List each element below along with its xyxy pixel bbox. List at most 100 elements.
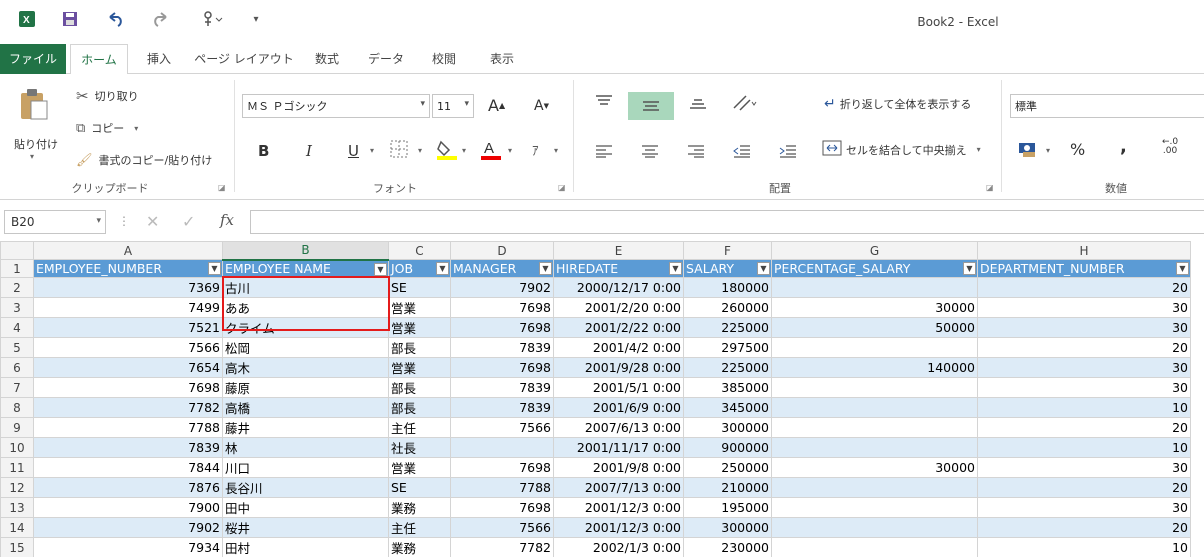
cell[interactable]: 営業 [388,317,451,338]
underline-button[interactable]: U [348,142,359,160]
comma-style-icon[interactable]: , [1120,136,1127,157]
filter-dropdown-icon[interactable]: ▼ [1176,262,1189,275]
cell[interactable]: 2002/1/3 0:00 [553,537,684,557]
cell[interactable]: 7839 [450,377,554,398]
column-header[interactable]: A [33,241,223,260]
column-header[interactable]: C [388,241,451,260]
filter-dropdown-icon[interactable]: ▼ [436,262,449,275]
wrap-text-button[interactable]: ↵ 折り返して全体を表示する [824,96,971,112]
cell[interactable]: 田村 [222,537,389,557]
cell[interactable]: 7844 [33,457,223,478]
cell[interactable]: 7839 [450,397,554,418]
cell[interactable]: 10 [977,397,1191,418]
tab-formulas[interactable]: 数式 [304,44,350,74]
column-header[interactable]: B [222,241,389,261]
copy-button[interactable]: ⧉ コピー ▾ [76,118,138,138]
cell[interactable]: 30 [977,317,1191,338]
cell[interactable]: 7566 [450,417,554,438]
cell[interactable]: 2007/7/13 0:00 [553,477,684,498]
paste-icon[interactable] [18,86,54,122]
cell[interactable] [771,377,978,398]
cell[interactable]: 7839 [450,337,554,358]
cell[interactable] [771,337,978,358]
cell[interactable]: 藤原 [222,377,389,398]
cell[interactable]: 主任 [388,417,451,438]
paste-dropdown-icon[interactable]: ▾ [30,152,34,161]
column-header[interactable]: H [977,241,1191,260]
cell[interactable]: 230000 [683,537,772,557]
cell[interactable]: 7902 [33,517,223,538]
row-header[interactable]: 9 [0,417,34,438]
cell[interactable]: 195000 [683,497,772,518]
cell[interactable]: 7698 [450,297,554,318]
row-header[interactable]: 13 [0,497,34,518]
cell[interactable]: 50000 [771,317,978,338]
column-header[interactable]: E [553,241,684,260]
cell[interactable] [771,397,978,418]
phonetic-dropdown-icon[interactable]: ▾ [554,146,558,155]
tab-page-layout[interactable]: ページ レイアウト [192,44,296,74]
cell[interactable]: 300000 [683,517,772,538]
clipboard-launcher-icon[interactable]: ◪ [218,183,226,192]
row-header[interactable]: 6 [0,357,34,378]
tab-review[interactable]: 校閲 [420,44,468,74]
cell[interactable]: 900000 [683,437,772,458]
alignment-launcher-icon[interactable]: ◪ [986,183,994,192]
cell[interactable]: 225000 [683,357,772,378]
underline-dropdown-icon[interactable]: ▾ [370,146,374,155]
cell[interactable]: 田中 [222,497,389,518]
align-top-icon[interactable] [594,94,614,108]
phonetic-icon[interactable]: ｱ [532,140,539,159]
cell[interactable]: 250000 [683,457,772,478]
cell[interactable]: 7839 [33,437,223,458]
cell[interactable]: 7788 [33,417,223,438]
cell[interactable]: 10 [977,437,1191,458]
cell[interactable]: 2000/12/17 0:00 [553,277,684,298]
cell[interactable]: 20 [977,277,1191,298]
cell[interactable]: 7369 [33,277,223,298]
cell[interactable]: 30 [977,297,1191,318]
cell[interactable]: 20 [977,517,1191,538]
row-header[interactable]: 3 [0,297,34,318]
cell[interactable]: 7698 [33,377,223,398]
table-header-cell[interactable]: JOB ▼ [388,259,451,278]
cell[interactable]: 2001/9/28 0:00 [553,357,684,378]
cell[interactable]: 7566 [33,337,223,358]
cell[interactable]: 7782 [33,397,223,418]
italic-button[interactable]: I [306,142,312,160]
cut-button[interactable]: ✂ 切り取り [76,86,139,106]
copy-dropdown-icon[interactable]: ▾ [134,124,138,133]
sheet-table[interactable]: A B C D E F G H 1 EMPLOYEE_NUMBER ▼ EMPLOYE… [0,241,1191,557]
accounting-format-icon[interactable] [1018,140,1040,158]
cell[interactable]: 260000 [683,297,772,318]
cell[interactable]: 2001/9/8 0:00 [553,457,684,478]
cell[interactable]: 7499 [33,297,223,318]
cell[interactable]: 345000 [683,397,772,418]
enter-icon[interactable]: ✓ [182,212,195,231]
cell[interactable] [771,417,978,438]
row-header[interactable]: 8 [0,397,34,418]
cell[interactable]: 高橋 [222,397,389,418]
format-painter-button[interactable]: 🖌 書式のコピー/貼り付け [76,150,212,170]
increase-font-icon[interactable]: A ▲ [488,96,505,115]
font-color-dropdown-icon[interactable]: ▾ [508,146,512,155]
cell[interactable]: クライム [222,317,389,338]
cell[interactable]: 藤井 [222,417,389,438]
cell[interactable]: 営業 [388,297,451,318]
font-name-select[interactable]: ＭＳ Ｐゴシック ▾ [242,94,430,118]
cell[interactable]: 225000 [683,317,772,338]
orientation-icon[interactable] [732,94,758,112]
number-format-select[interactable]: 標準 [1010,94,1204,118]
bold-button[interactable]: B [258,142,269,160]
increase-indent-icon[interactable] [778,144,798,158]
cell[interactable]: SE [388,477,451,498]
cell[interactable]: 松岡 [222,337,389,358]
tab-file[interactable]: ファイル [0,44,66,74]
insert-function-icon[interactable]: fx [220,211,234,229]
font-size-select[interactable]: 11 ▾ [432,94,474,118]
cell[interactable]: 2007/6/13 0:00 [553,417,684,438]
decrease-font-icon[interactable]: A ▼ [534,98,549,114]
row-header[interactable]: 15 [0,537,34,557]
table-header-cell[interactable]: MANAGER ▼ [450,259,554,278]
row-header[interactable]: 12 [0,477,34,498]
